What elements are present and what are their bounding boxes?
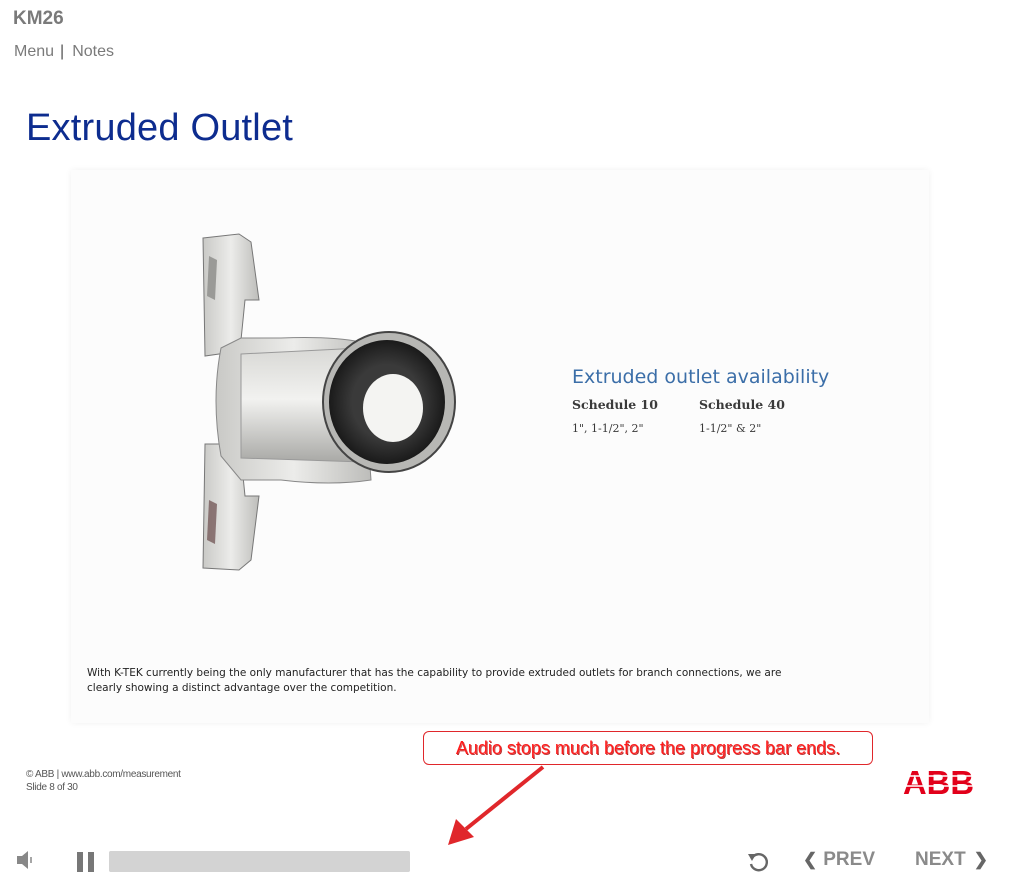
prev-button[interactable]: ❮ PREV (803, 849, 875, 871)
annotation-arrow-icon (448, 765, 545, 845)
notes-link[interactable]: Notes (72, 43, 114, 61)
progress-bar[interactable] (109, 851, 410, 872)
slide-caption: With K-TEK currently being the only manu… (87, 667, 782, 694)
speaker-icon[interactable] (16, 850, 36, 870)
availability-heading: Extruded outlet availability (572, 366, 830, 388)
menu-link[interactable]: Menu (14, 43, 54, 61)
next-label: NEXT (915, 849, 966, 870)
footer-copyright: © ABB | www.abb.com/measurement Slide 8 … (26, 768, 181, 794)
pause-icon[interactable] (77, 852, 95, 872)
next-button[interactable]: NEXT ❯ (915, 849, 988, 871)
annotation-callout-text: Audio stops much before the progress bar… (455, 737, 841, 758)
course-title: KM26 (13, 8, 64, 29)
slide-counter: Slide 8 of 30 (26, 782, 78, 793)
prev-label: PREV (823, 849, 875, 870)
progress-fill (109, 851, 410, 872)
replay-icon[interactable] (747, 850, 771, 874)
annotation-callout: Audio stops much before the progress bar… (423, 731, 873, 765)
extruded-outlet-image (202, 233, 456, 571)
chevron-left-icon: ❮ (803, 850, 818, 869)
abb-logo-text: ABB (903, 766, 974, 796)
nav-separator: | (60, 43, 65, 60)
schedule-10-label: Schedule 10 (572, 397, 658, 412)
chevron-right-icon: ❯ (973, 850, 988, 869)
slide-title: Extruded Outlet (26, 107, 294, 149)
abb-logo: ABB (903, 766, 975, 796)
schedule-10-sizes: 1", 1-1/2", 2" (572, 422, 644, 435)
schedule-40-label: Schedule 40 (699, 397, 785, 412)
schedule-40-sizes: 1-1/2" & 2" (699, 422, 762, 435)
slide-content: Extruded outlet availability Schedule 10… (71, 170, 929, 723)
copyright-text: © ABB | www.abb.com/measurement (26, 769, 181, 780)
top-nav: Menu | Notes (14, 43, 114, 61)
